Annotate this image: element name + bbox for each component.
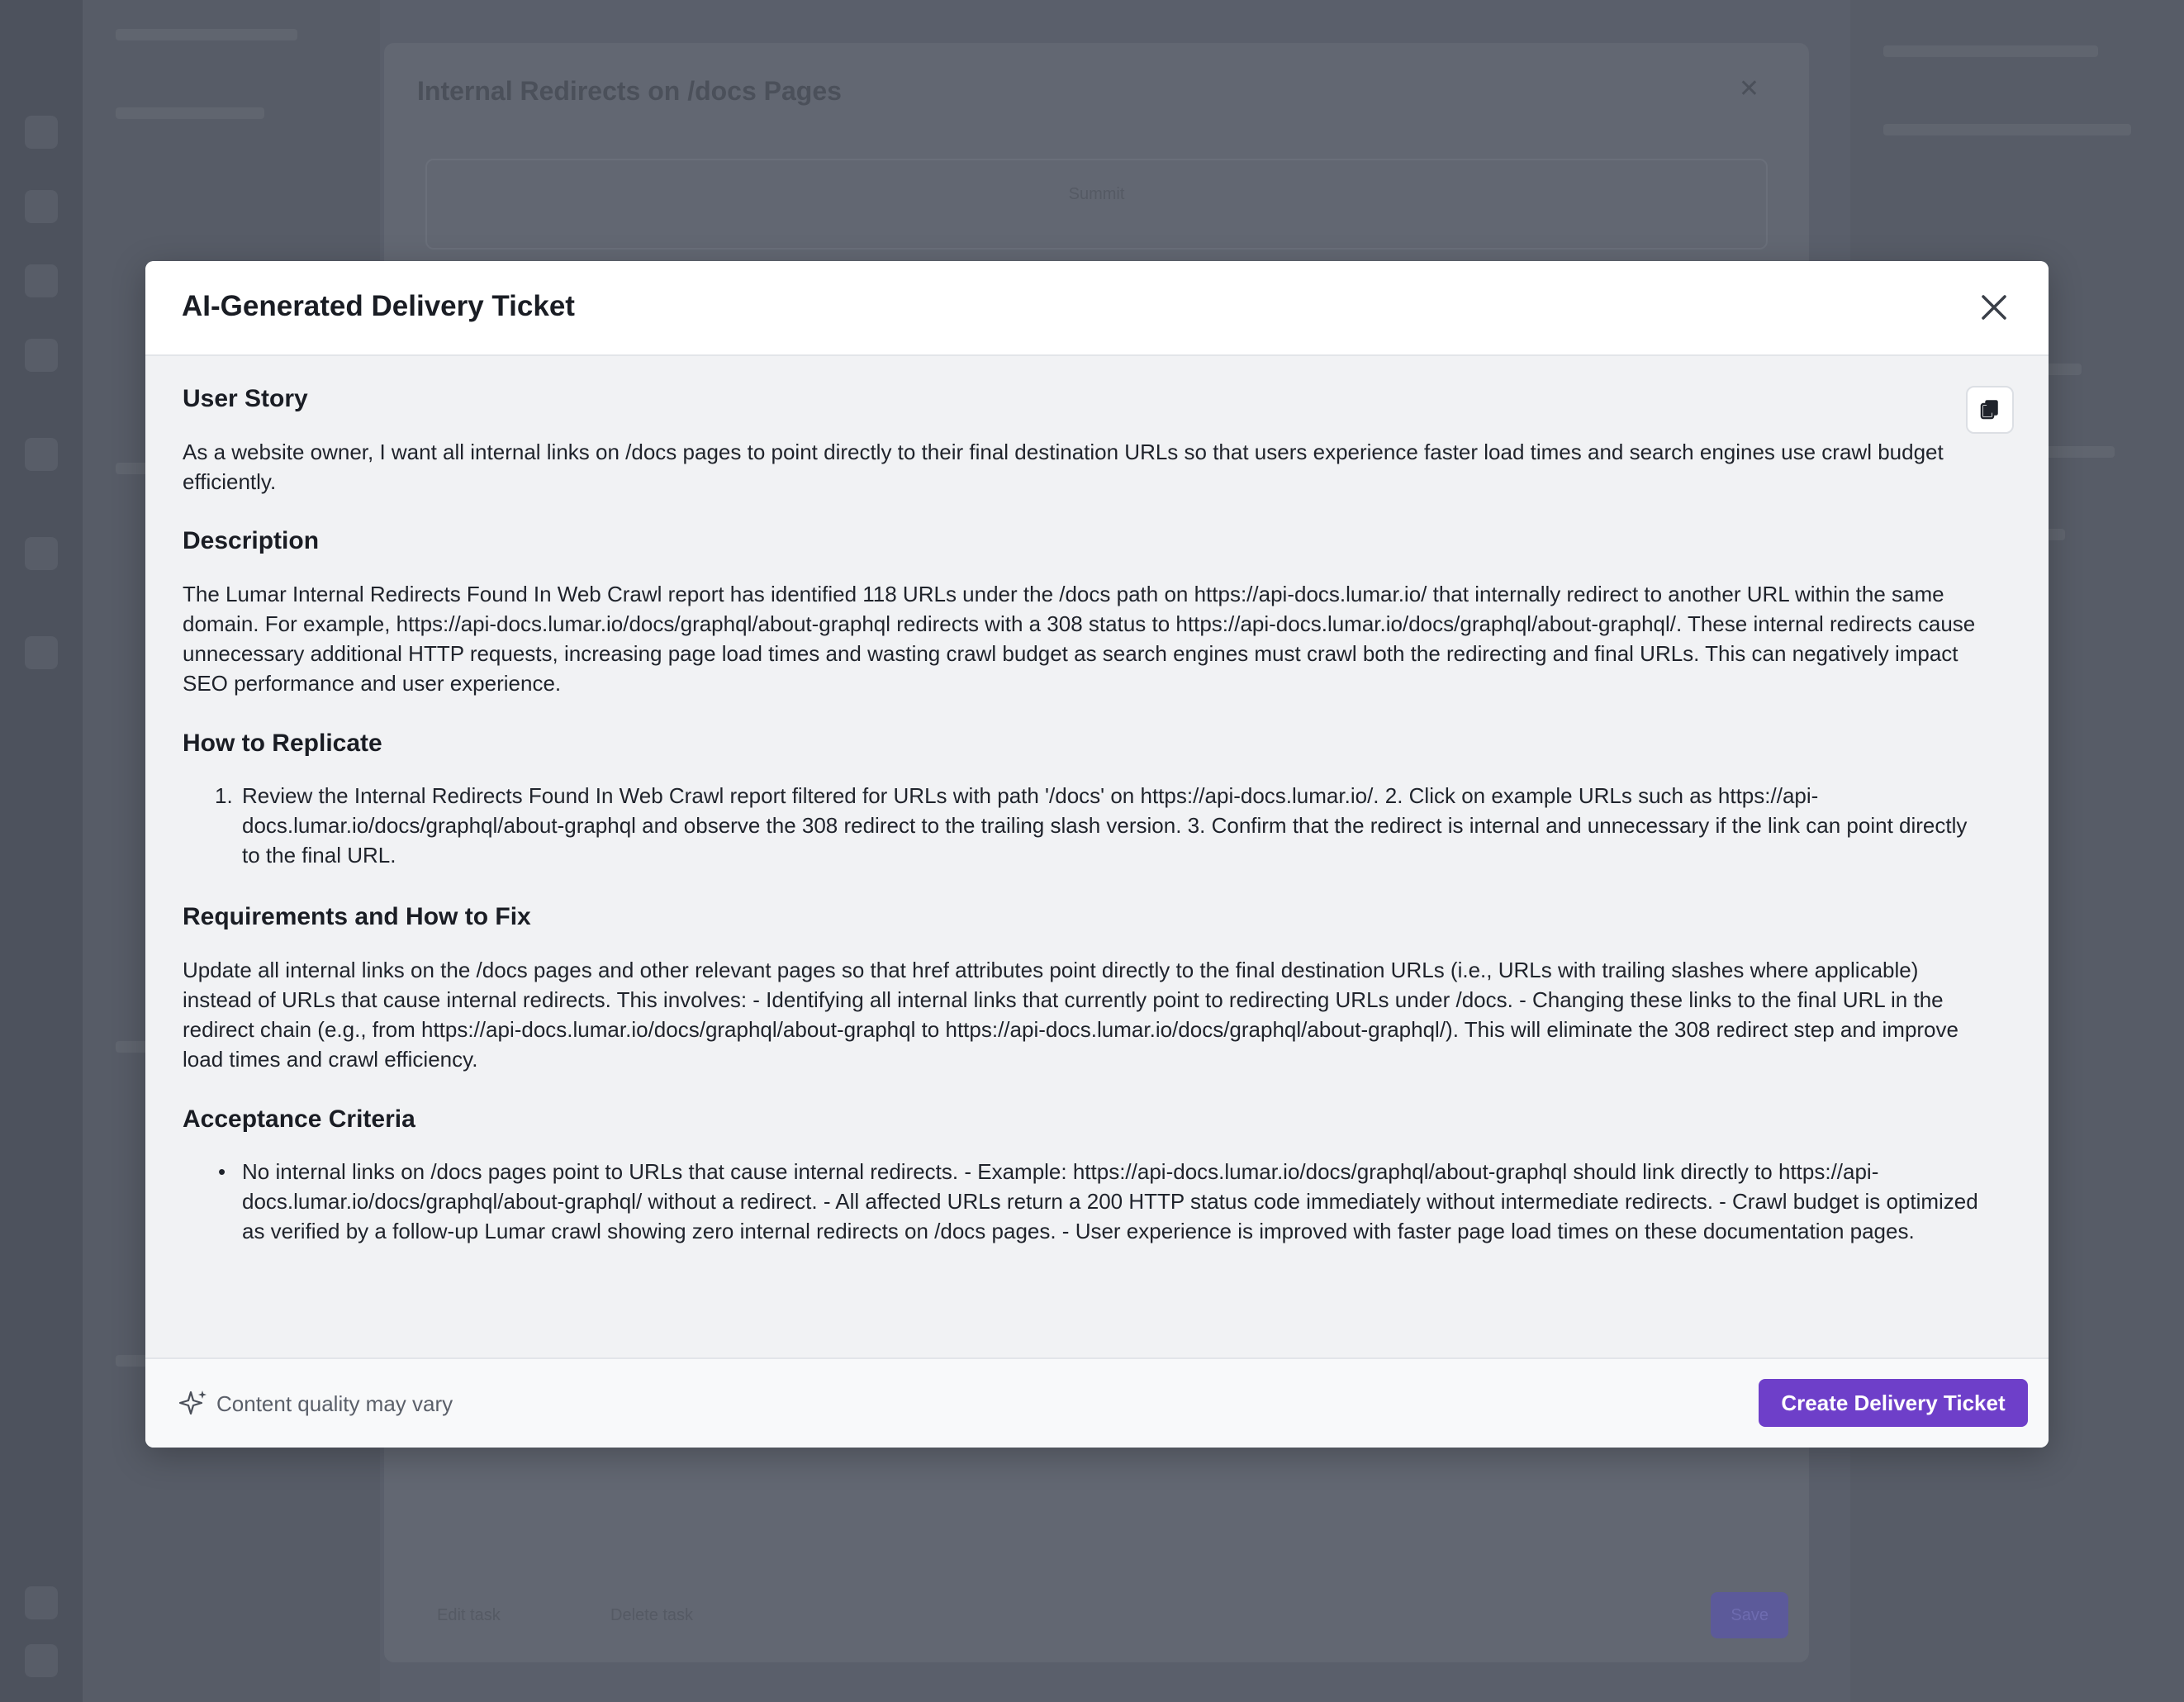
close-icon <box>1982 295 2006 320</box>
delivery-ticket-modal: AI-Generated Delivery Ticket User Story … <box>145 261 2049 1448</box>
background-primary-button: Save <box>1711 1592 1788 1638</box>
description-text: The Lumar Internal Redirects Found In We… <box>183 582 1976 696</box>
list-marker: • <box>218 1159 226 1184</box>
user-story-heading: User Story <box>183 385 308 412</box>
close-button[interactable] <box>1976 289 2012 326</box>
requirements-heading: Requirements and How to Fix <box>183 903 531 930</box>
modal-header: AI-Generated Delivery Ticket <box>145 261 2049 356</box>
modal-body: User Story As a website owner, I want al… <box>145 356 2049 1448</box>
nav-icon <box>25 438 58 471</box>
sparkle-icon <box>178 1391 207 1415</box>
nav-icon <box>25 190 58 223</box>
background-box-label: Summit <box>1068 185 1125 203</box>
copy-button[interactable] <box>1966 386 2014 434</box>
replicate-step: Review the Internal Redirects Found In W… <box>242 783 1968 868</box>
requirements-text: Update all internal links on the /docs p… <box>183 958 1958 1072</box>
content-quality-note: Content quality may vary <box>216 1391 453 1416</box>
nav-icon <box>25 1586 58 1619</box>
nav-icon <box>25 636 58 669</box>
list-marker: 1. <box>215 783 233 808</box>
replicate-heading: How to Replicate <box>183 730 382 757</box>
nav-icon <box>25 1644 58 1677</box>
background-dialog-title: Internal Redirects on /docs Pages <box>417 76 842 106</box>
copy-icon <box>1980 400 1998 420</box>
background-delete-button: Delete task <box>610 1606 694 1624</box>
create-delivery-ticket-button[interactable]: Create Delivery Ticket <box>1759 1379 2028 1427</box>
acceptance-heading: Acceptance Criteria <box>183 1105 415 1133</box>
background-box: Summit <box>425 159 1768 250</box>
nav-icon <box>25 339 58 372</box>
background-sidebar <box>0 0 83 1702</box>
modal-title: AI-Generated Delivery Ticket <box>182 290 575 322</box>
user-story-text: As a website owner, I want all internal … <box>183 440 1944 494</box>
description-heading: Description <box>183 527 320 554</box>
background-close-icon: ✕ <box>1738 75 1759 102</box>
acceptance-item: No internal links on /docs pages point t… <box>242 1159 1978 1243</box>
nav-icon <box>25 537 58 570</box>
background-edit-button: Edit task <box>437 1606 501 1624</box>
nav-icon <box>25 264 58 297</box>
modal-footer: Content quality may vary Create Delivery… <box>145 1357 2049 1448</box>
nav-icon <box>25 116 58 149</box>
